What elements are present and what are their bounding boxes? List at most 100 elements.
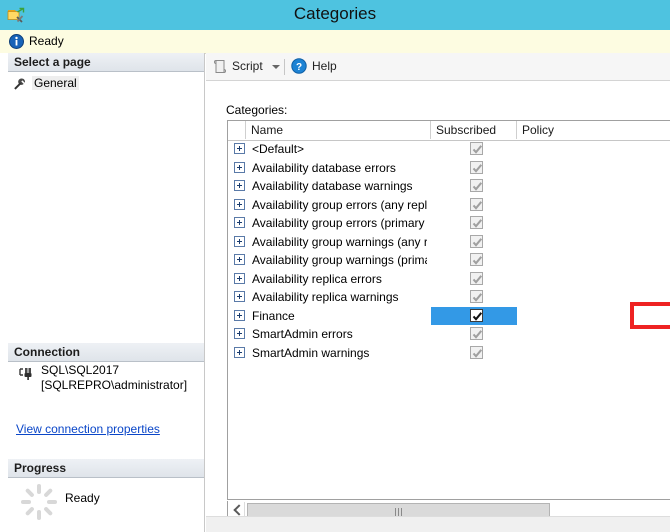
table-row[interactable]: Availability group warnings (primary r..… [228,251,670,270]
expand-plus-icon[interactable] [234,254,245,265]
expand-plus-icon[interactable] [234,310,245,321]
row-name: SmartAdmin errors [252,327,427,341]
main-panel: Script ? Help Categories: Name Subscribe… [206,53,670,532]
sidebar-item-general[interactable]: General [8,75,204,93]
title-bar: Categories [0,0,670,30]
expand-plus-icon[interactable] [234,180,245,191]
subscribed-cell[interactable] [431,325,517,344]
status-bar: Ready [0,30,670,54]
table-row[interactable]: Finance [228,307,670,326]
subscribed-checkbox[interactable] [470,309,483,322]
expand-plus-icon[interactable] [234,236,245,247]
status-text: Ready [29,34,64,48]
subscribed-cell[interactable] [431,307,517,326]
script-icon [213,59,227,74]
table-row[interactable]: Availability group errors (any replica r… [228,196,670,215]
info-icon [9,34,24,49]
subscribed-checkbox[interactable] [470,161,483,174]
connection-user: [SQLREPRO\administrator] [41,378,187,393]
page-list: General [8,75,204,93]
toolbar: Script ? Help [206,53,670,81]
expand-plus-icon[interactable] [234,328,245,339]
row-name: Availability database errors [252,161,427,175]
expand-plus-icon[interactable] [234,347,245,358]
server-connection-icon [18,366,36,382]
categories-dialog: Categories Ready Select a page General [0,0,670,532]
subscribed-cell[interactable] [431,288,517,307]
column-header-name[interactable]: Name [246,121,431,139]
subscribed-checkbox[interactable] [470,327,483,340]
row-name: <Default> [252,142,427,156]
footer-strip [206,516,670,532]
help-button-label: Help [312,59,337,73]
table-row[interactable]: Availability database errors [228,159,670,178]
table-row[interactable]: Availability group errors (primary repli… [228,214,670,233]
table-row[interactable]: Availability replica warnings [228,288,670,307]
window-title: Categories [0,4,670,24]
svg-text:?: ? [296,62,302,73]
sidebar-item-label: General [32,76,79,90]
subscribed-cell[interactable] [431,159,517,178]
help-question-icon: ? [291,58,307,74]
expand-plus-icon[interactable] [234,162,245,173]
categories-label: Categories: [226,103,287,117]
table-row[interactable]: <Default> [228,140,670,159]
categories-grid: Name Subscribed Policy <Default> Availabi… [227,120,670,500]
grid-body: <Default> Availability database errors Ava… [228,140,670,362]
row-name: SmartAdmin warnings [252,346,427,360]
table-row[interactable]: SmartAdmin errors [228,325,670,344]
connection-info: SQL\SQL2017 [SQLREPRO\administrator] Vie… [8,362,204,447]
subscribed-checkbox[interactable] [470,235,483,248]
column-header-subscribed[interactable]: Subscribed [431,121,517,139]
row-name: Availability group errors (primary repli… [252,216,427,230]
subscribed-cell[interactable] [431,270,517,289]
toolbar-separator [284,59,285,75]
row-name: Availability replica warnings [252,290,427,304]
progress-header: Progress [8,459,204,478]
expand-plus-icon[interactable] [234,273,245,284]
table-row[interactable]: Availability replica errors [228,270,670,289]
row-name: Availability database warnings [252,179,427,193]
expand-plus-icon[interactable] [234,291,245,302]
table-row[interactable]: Availability group warnings (any repli..… [228,233,670,252]
table-row[interactable]: Availability database warnings [228,177,670,196]
script-button-label: Script [232,59,263,73]
subscribed-cell[interactable] [431,233,517,252]
view-connection-properties-link[interactable]: View connection properties [16,422,160,436]
grid-header-row: Name Subscribed Policy [228,121,670,141]
subscribed-cell[interactable] [431,251,517,270]
connection-server: SQL\SQL2017 [41,363,187,378]
subscribed-checkbox[interactable] [470,198,483,211]
subscribed-checkbox[interactable] [470,179,483,192]
subscribed-cell[interactable] [431,177,517,196]
subscribed-cell[interactable] [431,196,517,215]
subscribed-cell[interactable] [431,344,517,363]
select-a-page-header: Select a page [8,53,204,72]
subscribed-checkbox[interactable] [470,142,483,155]
row-name: Availability group warnings (primary r..… [252,253,427,267]
row-name: Availability group errors (any replica r… [252,198,427,212]
chevron-down-icon[interactable] [272,65,280,69]
row-name: Finance [252,309,427,323]
subscribed-checkbox[interactable] [470,272,483,285]
expand-plus-icon[interactable] [234,217,245,228]
wrench-icon [12,77,26,91]
connection-lines: SQL\SQL2017 [SQLREPRO\administrator] [41,363,187,393]
subscribed-checkbox[interactable] [470,216,483,229]
expand-plus-icon[interactable] [234,143,245,154]
expand-plus-icon[interactable] [234,199,245,210]
connection-header: Connection [8,343,204,362]
subscribed-checkbox[interactable] [470,290,483,303]
progress-text: Ready [65,491,100,505]
subscribed-checkbox[interactable] [470,346,483,359]
subscribed-cell[interactable] [431,140,517,159]
subscribed-checkbox[interactable] [470,253,483,266]
subscribed-cell[interactable] [431,214,517,233]
column-header-policy[interactable]: Policy [517,121,670,139]
table-row[interactable]: SmartAdmin warnings [228,344,670,363]
progress-info: Ready [8,478,204,532]
row-name: Availability replica errors [252,272,427,286]
column-header-expander[interactable] [228,121,246,139]
row-name: Availability group warnings (any repli..… [252,235,427,249]
spinner-icon [20,483,58,521]
